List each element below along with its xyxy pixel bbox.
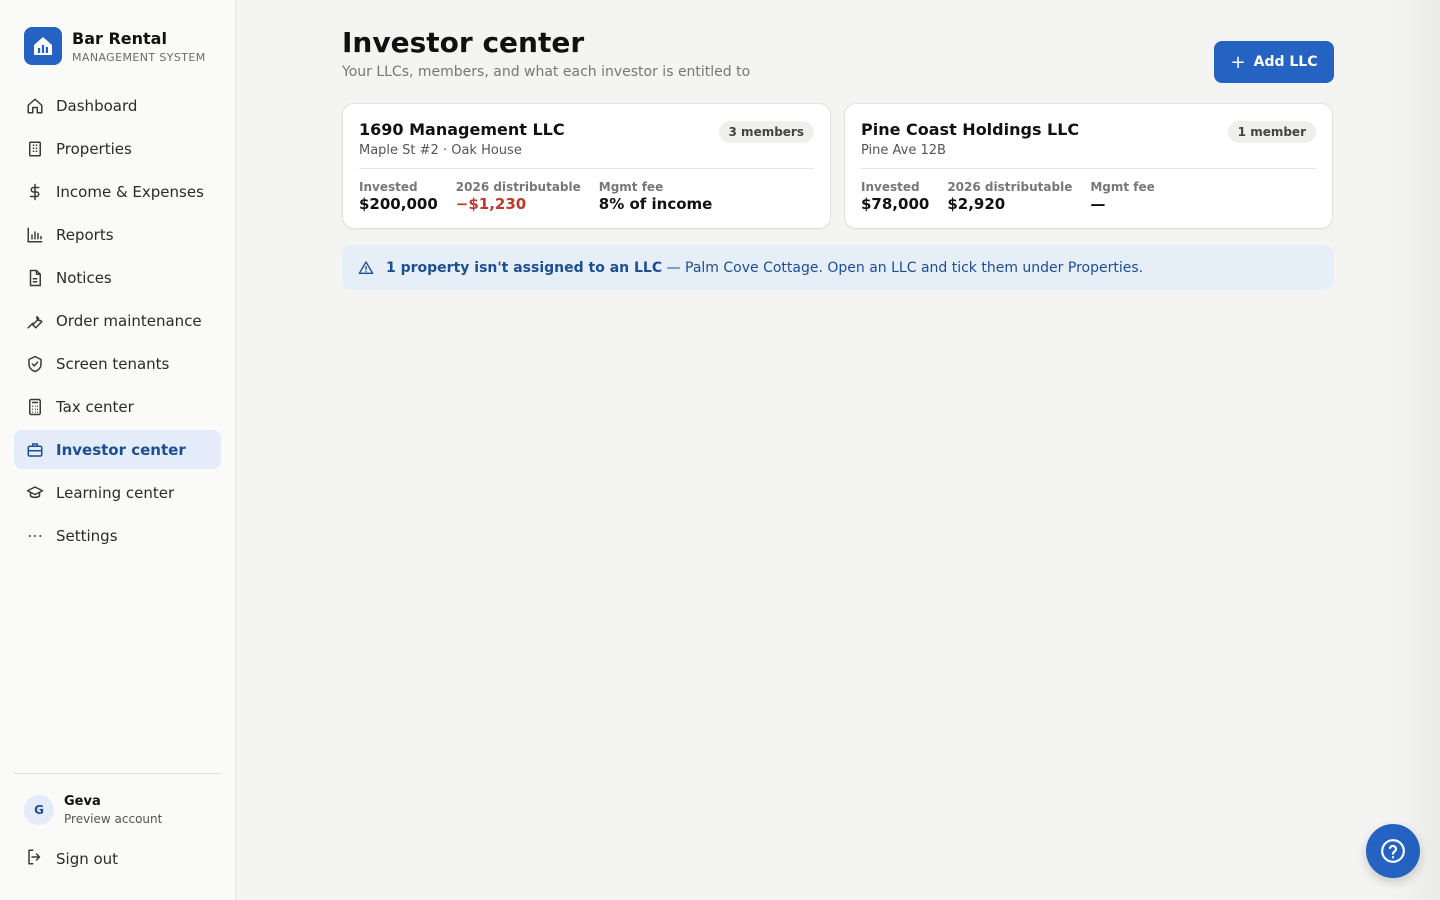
wrench-icon xyxy=(26,312,44,330)
mgmt-fee-label: Mgmt fee xyxy=(598,180,664,194)
sidebar-item-order-maintenance[interactable]: Order maintenance xyxy=(14,301,221,340)
sidebar-item-dashboard[interactable]: Dashboard xyxy=(14,86,221,125)
invested-label: Invested xyxy=(861,180,920,194)
document-icon xyxy=(26,269,44,287)
llc-name: Pine Coast Holdings LLC xyxy=(861,120,1080,139)
building-icon xyxy=(26,140,44,158)
mgmt-fee-value: 8% of income xyxy=(598,195,713,213)
sidebar-item-tax-center[interactable]: Tax center xyxy=(14,387,221,426)
llc-card[interactable]: Pine Coast Holdings LLC Pine Ave 12B 1 m… xyxy=(844,103,1333,229)
bar-chart-icon xyxy=(26,226,44,244)
members-badge: 3 members xyxy=(718,121,814,143)
page-subtitle: Your LLCs, members, and what each invest… xyxy=(342,64,751,80)
sidebar-item-label: Investor center xyxy=(56,440,186,459)
more-dots-icon xyxy=(26,527,44,545)
sidebar-item-reports[interactable]: Reports xyxy=(14,215,221,254)
sidebar-divider xyxy=(14,773,221,774)
invested-label: Invested xyxy=(359,180,418,194)
llc-name: 1690 Management LLC xyxy=(359,120,565,139)
user-subtitle: Preview account xyxy=(64,812,163,826)
add-llc-label: Add LLC xyxy=(1253,54,1318,70)
briefcase-icon xyxy=(26,441,44,459)
dollar-icon xyxy=(26,183,44,201)
plus-icon: + xyxy=(1230,51,1246,73)
sidebar-item-settings[interactable]: Settings xyxy=(14,516,221,555)
user-name: Geva xyxy=(64,794,101,809)
sidebar-nav: Dashboard Properties Income & Expenses R… xyxy=(14,86,221,559)
invested-value: $78,000 xyxy=(861,195,930,213)
calculator-icon xyxy=(26,398,44,416)
brand-subtitle: MANAGEMENT SYSTEM xyxy=(72,50,206,64)
llc-properties: Pine Ave 12B xyxy=(861,143,946,158)
brand[interactable]: Bar Rental MANAGEMENT SYSTEM xyxy=(24,27,206,65)
help-button[interactable] xyxy=(1366,824,1420,878)
sidebar-item-label: Settings xyxy=(56,526,118,545)
graduation-cap-icon xyxy=(26,484,44,502)
sidebar-item-label: Order maintenance xyxy=(56,311,202,330)
distributable-value: $2,920 xyxy=(947,195,1006,213)
distributable-label: 2026 distributable xyxy=(455,180,581,194)
page-title: Investor center xyxy=(342,26,585,59)
sidebar-item-label: Properties xyxy=(56,139,132,158)
help-circle-icon xyxy=(1381,839,1405,863)
mgmt-fee-label: Mgmt fee xyxy=(1090,180,1155,194)
sidebar-item-label: Screen tenants xyxy=(56,354,170,373)
sidebar-item-label: Dashboard xyxy=(56,96,138,115)
sidebar-item-label: Reports xyxy=(56,225,114,244)
members-badge: 1 member xyxy=(1227,121,1316,143)
unassigned-property-banner: 1 property isn't assigned to an LLC — Pa… xyxy=(342,245,1334,290)
sidebar-item-notices[interactable]: Notices xyxy=(14,258,221,297)
sidebar-item-learning-center[interactable]: Learning center xyxy=(14,473,221,512)
invested-value: $200,000 xyxy=(359,195,438,213)
house-chart-icon xyxy=(24,27,62,65)
banner-headline: 1 property isn't assigned to an LLC xyxy=(386,259,663,276)
sidebar-item-label: Tax center xyxy=(56,397,134,416)
llc-card[interactable]: 1690 Management LLC Maple St #2 · Oak Ho… xyxy=(342,103,831,229)
sidebar-item-label: Income & Expenses xyxy=(56,182,204,201)
sidebar: Bar Rental MANAGEMENT SYSTEM Dashboard P… xyxy=(0,0,236,900)
home-icon xyxy=(26,97,44,115)
shield-check-icon xyxy=(26,355,44,373)
distributable-label: 2026 distributable xyxy=(947,180,1073,194)
avatar: G xyxy=(24,795,54,825)
sidebar-item-properties[interactable]: Properties xyxy=(14,129,221,168)
sidebar-item-label: Learning center xyxy=(56,483,175,502)
sign-out-button[interactable]: Sign out xyxy=(26,848,118,870)
distributable-value: −$1,230 xyxy=(455,195,527,213)
llc-properties: Maple St #2 · Oak House xyxy=(359,143,522,158)
sidebar-item-screen-tenants[interactable]: Screen tenants xyxy=(14,344,221,383)
sign-out-label: Sign out xyxy=(56,850,119,868)
user-account[interactable]: G Geva Preview account xyxy=(24,794,162,826)
sidebar-item-label: Notices xyxy=(56,268,112,287)
add-llc-button[interactable]: + Add LLC xyxy=(1214,41,1334,83)
banner-detail: — Palm Cove Cottage. Open an LLC and tic… xyxy=(662,259,1144,276)
sidebar-item-income-expenses[interactable]: Income & Expenses xyxy=(14,172,221,211)
edge-shade xyxy=(1390,0,1440,900)
brand-name: Bar Rental xyxy=(72,28,167,48)
warning-triangle-icon xyxy=(358,260,374,274)
mgmt-fee-value: — xyxy=(1090,195,1106,213)
sidebar-item-investor-center[interactable]: Investor center xyxy=(14,430,221,469)
sign-out-icon xyxy=(26,848,44,870)
